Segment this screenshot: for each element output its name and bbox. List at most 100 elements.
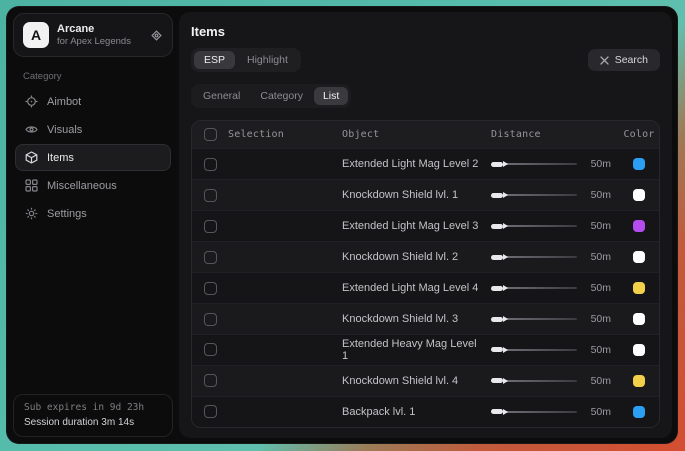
row-checkbox[interactable] bbox=[204, 374, 217, 387]
slider-thumb[interactable] bbox=[491, 193, 503, 198]
distance-value: 50m bbox=[585, 406, 611, 418]
color-swatch[interactable] bbox=[633, 375, 645, 387]
distance-slider[interactable] bbox=[491, 347, 577, 352]
distance-slider[interactable] bbox=[491, 224, 577, 229]
sidebar-item-items[interactable]: Items bbox=[15, 144, 171, 171]
slider-thumb[interactable] bbox=[491, 347, 503, 352]
slider-thumb[interactable] bbox=[491, 378, 503, 383]
distance-slider[interactable] bbox=[491, 317, 577, 322]
tab-list[interactable]: List bbox=[314, 87, 348, 105]
distance-slider[interactable] bbox=[491, 162, 577, 167]
eye-icon bbox=[25, 123, 38, 136]
row-checkbox[interactable] bbox=[204, 158, 217, 171]
slider-thumb[interactable] bbox=[491, 224, 503, 229]
sidebar-item-label: Settings bbox=[47, 208, 87, 220]
search-button[interactable]: Search bbox=[588, 49, 660, 71]
object-name: Backpack lvl. 1 bbox=[342, 406, 479, 418]
mode-segment: ESP Highlight bbox=[191, 48, 301, 72]
object-name: Knockdown Shield lvl. 3 bbox=[342, 313, 479, 325]
color-swatch[interactable] bbox=[633, 344, 645, 356]
tab-esp[interactable]: ESP bbox=[194, 51, 235, 69]
slider-thumb[interactable] bbox=[491, 255, 503, 260]
distance-value: 50m bbox=[585, 313, 611, 325]
distance-value: 50m bbox=[585, 189, 611, 201]
gear-icon bbox=[25, 207, 38, 220]
row-checkbox[interactable] bbox=[204, 405, 217, 418]
sidebar-section-label: Category bbox=[23, 71, 173, 82]
page-title: Items bbox=[191, 24, 660, 39]
distance-slider[interactable] bbox=[491, 409, 577, 414]
color-swatch[interactable] bbox=[633, 313, 645, 325]
distance-value: 50m bbox=[585, 375, 611, 387]
distance-slider[interactable] bbox=[491, 255, 577, 260]
app-subtitle: for Apex Legends bbox=[57, 36, 131, 47]
object-name: Knockdown Shield lvl. 4 bbox=[342, 375, 479, 387]
slider-track bbox=[506, 194, 577, 196]
crosshair-icon bbox=[25, 95, 38, 108]
color-swatch[interactable] bbox=[633, 282, 645, 294]
table-row: Backpack lvl. 1 50m bbox=[192, 396, 659, 427]
slider-track bbox=[506, 163, 577, 165]
sidebar-item-label: Visuals bbox=[47, 124, 82, 136]
search-label: Search bbox=[615, 54, 648, 66]
cheat-window: A Arcane for Apex Legends Category bbox=[6, 6, 678, 444]
row-checkbox[interactable] bbox=[204, 343, 217, 356]
sidebar-item-settings[interactable]: Settings bbox=[15, 200, 171, 227]
row-checkbox[interactable] bbox=[204, 189, 217, 202]
distance-slider[interactable] bbox=[491, 378, 577, 383]
column-selection: Selection bbox=[228, 129, 342, 140]
row-checkbox[interactable] bbox=[204, 282, 217, 295]
row-checkbox[interactable] bbox=[204, 251, 217, 264]
row-checkbox[interactable] bbox=[204, 313, 217, 326]
distance-slider[interactable] bbox=[491, 286, 577, 291]
color-swatch[interactable] bbox=[633, 220, 645, 232]
table-row: Knockdown Shield lvl. 3 50m bbox=[192, 303, 659, 334]
table-header: Selection Object Distance Color bbox=[192, 121, 659, 148]
slider-track bbox=[506, 225, 577, 227]
slider-track bbox=[506, 349, 577, 351]
slider-thumb[interactable] bbox=[491, 162, 503, 167]
slider-track bbox=[506, 411, 577, 413]
row-checkbox[interactable] bbox=[204, 220, 217, 233]
column-object: Object bbox=[342, 129, 479, 140]
color-swatch[interactable] bbox=[633, 406, 645, 418]
table-row: Extended Light Mag Level 3 50m bbox=[192, 210, 659, 241]
slider-track bbox=[506, 256, 577, 258]
slider-track bbox=[506, 318, 577, 320]
slider-thumb[interactable] bbox=[491, 317, 503, 322]
slider-thumb[interactable] bbox=[491, 409, 503, 414]
main-panel: Items ESP Highlight Search General Categ… bbox=[179, 12, 672, 438]
table-row: Knockdown Shield lvl. 4 50m bbox=[192, 365, 659, 396]
sidebar-item-label: Miscellaneous bbox=[47, 180, 117, 192]
sidebar-item-aimbot[interactable]: Aimbot bbox=[15, 88, 171, 115]
distance-value: 50m bbox=[585, 158, 611, 170]
tab-highlight[interactable]: Highlight bbox=[237, 51, 298, 69]
view-tabs: General Category List bbox=[191, 84, 351, 108]
app-name: Arcane bbox=[57, 23, 131, 35]
app-header-card: A Arcane for Apex Legends bbox=[13, 13, 173, 57]
sidebar-nav: Aimbot Visuals Items bbox=[13, 88, 173, 227]
slider-thumb[interactable] bbox=[491, 286, 503, 291]
items-table: Selection Object Distance Color Extended… bbox=[191, 120, 660, 428]
app-logo: A bbox=[23, 22, 49, 48]
object-name: Knockdown Shield lvl. 2 bbox=[342, 251, 479, 263]
select-all-checkbox[interactable] bbox=[204, 128, 217, 141]
slider-track bbox=[506, 380, 577, 382]
distance-value: 50m bbox=[585, 220, 611, 232]
tab-general[interactable]: General bbox=[194, 87, 249, 105]
table-row: Extended Light Mag Level 4 50m bbox=[192, 272, 659, 303]
color-swatch[interactable] bbox=[633, 158, 645, 170]
tab-category[interactable]: Category bbox=[251, 87, 312, 105]
color-swatch[interactable] bbox=[633, 189, 645, 201]
column-color: Color bbox=[619, 129, 659, 140]
object-name: Extended Light Mag Level 4 bbox=[342, 282, 479, 294]
color-swatch[interactable] bbox=[633, 251, 645, 263]
x-icon bbox=[600, 56, 609, 65]
sidebar-item-visuals[interactable]: Visuals bbox=[15, 116, 171, 143]
sidebar: A Arcane for Apex Legends Category bbox=[7, 7, 179, 443]
view-tabs-row: General Category List bbox=[191, 84, 660, 108]
object-name: Extended Light Mag Level 3 bbox=[342, 220, 479, 232]
sidebar-item-miscellaneous[interactable]: Miscellaneous bbox=[15, 172, 171, 199]
pin-icon[interactable] bbox=[150, 29, 163, 42]
distance-slider[interactable] bbox=[491, 193, 577, 198]
